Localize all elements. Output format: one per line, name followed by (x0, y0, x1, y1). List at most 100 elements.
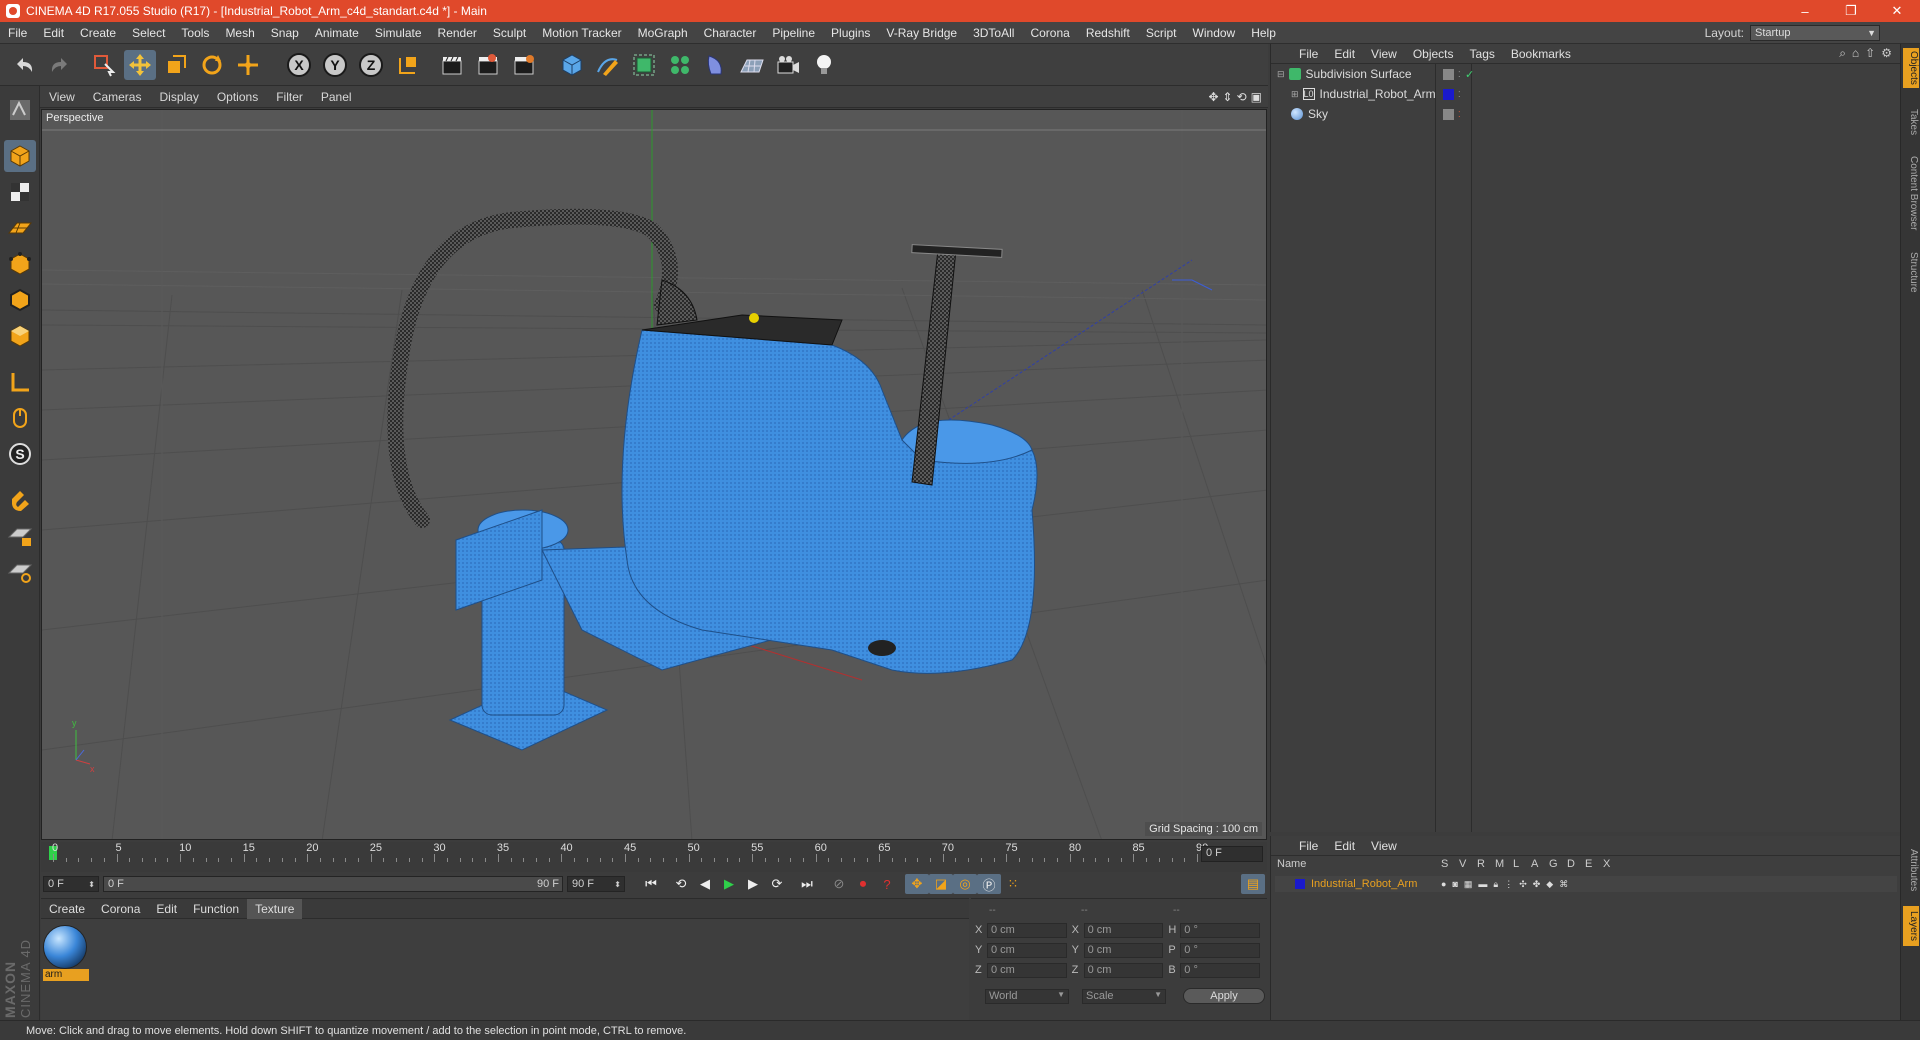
keyframe-selection-button[interactable]: ⊘ (827, 874, 851, 894)
tab-takes[interactable]: Takes (1903, 104, 1919, 140)
current-frame-field[interactable]: 0 F (1201, 846, 1263, 862)
menu-help[interactable]: Help (1243, 26, 1284, 40)
menu-edit[interactable]: Edit (35, 26, 72, 40)
start-frame-field[interactable]: 0 F ⬍ (43, 876, 99, 892)
size-y-field[interactable]: 0 cm (1083, 942, 1164, 958)
menu-redshift[interactable]: Redshift (1078, 26, 1138, 40)
tab-content-browser[interactable]: Content Browser (1903, 148, 1919, 238)
coordinate-mode-select[interactable]: Scale ▼ (1082, 988, 1166, 1004)
key-scale-button[interactable]: ◪ (929, 874, 953, 894)
menu-animate[interactable]: Animate (307, 26, 367, 40)
scale-tool-button[interactable] (160, 50, 192, 80)
tweak-mode-button[interactable] (4, 402, 36, 434)
om-menu-file[interactable]: File (1291, 47, 1326, 61)
maximize-view-icon[interactable]: ▣ (1251, 90, 1262, 104)
add-subdivision-button[interactable] (628, 50, 660, 80)
timeline-ruler[interactable]: 051015202530354045505560657075808590 0 F (41, 842, 1267, 872)
move-tool-button[interactable] (124, 50, 156, 80)
deformers-toggle-icon[interactable]: ✤ (1533, 879, 1541, 890)
menu-pipeline[interactable]: Pipeline (764, 26, 823, 40)
viewport-menu-display[interactable]: Display (150, 90, 207, 104)
record-button[interactable]: ⏺ (851, 874, 875, 894)
object-row-industrial-robot-arm[interactable]: ⊞ L0 Industrial_Robot_Arm ⁚ (1271, 84, 1901, 104)
key-parameter-button[interactable]: Ⓟ (977, 874, 1001, 894)
key-rotation-button[interactable]: ◎ (953, 874, 977, 894)
axis-mode-button[interactable] (4, 366, 36, 398)
menu-snap[interactable]: Snap (263, 26, 307, 40)
up-arrow-icon[interactable]: ⇧ (1865, 46, 1875, 61)
solo-mode-button[interactable]: S (4, 438, 36, 470)
rot-h-field[interactable]: 0 ° (1180, 922, 1261, 938)
add-spline-button[interactable] (592, 50, 624, 80)
material-menu-edit[interactable]: Edit (148, 899, 185, 919)
pos-x-field[interactable]: 0 cm (986, 922, 1067, 938)
dolly-view-icon[interactable]: ⇕ (1223, 90, 1233, 104)
viewport-menu-view[interactable]: View (40, 90, 84, 104)
menu-character[interactable]: Character (696, 26, 765, 40)
generators-toggle-icon[interactable]: ✣ (1519, 879, 1527, 890)
om-menu-objects[interactable]: Objects (1405, 47, 1462, 61)
close-button[interactable]: ✕ (1874, 0, 1920, 22)
apply-button[interactable]: Apply (1183, 988, 1265, 1004)
xref-toggle-icon[interactable]: ⌘ (1559, 879, 1568, 890)
autokey-button[interactable]: ? (875, 874, 899, 894)
om-menu-tags[interactable]: Tags (1462, 47, 1503, 61)
tab-structure[interactable]: Structure (1903, 244, 1919, 300)
lm-menu-file[interactable]: File (1291, 839, 1326, 853)
menu-sculpt[interactable]: Sculpt (485, 26, 534, 40)
x-axis-button[interactable]: X (284, 50, 314, 80)
viewport-menu-cameras[interactable]: Cameras (84, 90, 151, 104)
menu-window[interactable]: Window (1185, 26, 1244, 40)
menu-mesh[interactable]: Mesh (217, 26, 262, 40)
rot-p-field[interactable]: 0 ° (1180, 942, 1261, 958)
menu-simulate[interactable]: Simulate (367, 26, 430, 40)
make-editable-button[interactable] (4, 94, 36, 126)
menu-create[interactable]: Create (72, 26, 124, 40)
material-menu-function[interactable]: Function (185, 899, 247, 919)
enabled-check-icon[interactable]: ✓ (1465, 68, 1474, 81)
om-menu-bookmarks[interactable]: Bookmarks (1503, 47, 1579, 61)
menu-file[interactable]: File (0, 26, 35, 40)
render-toggle-icon[interactable]: ▦ (1464, 879, 1473, 890)
robot-arm-model[interactable] (387, 208, 1038, 751)
pos-z-field[interactable]: 0 cm (986, 962, 1067, 978)
home-icon[interactable]: ⌂ (1852, 46, 1859, 61)
rotate-view-icon[interactable]: ⟲ (1237, 90, 1247, 104)
render-settings-button[interactable] (508, 50, 540, 80)
tab-objects[interactable]: Objects (1903, 48, 1919, 88)
object-row-sky[interactable]: Sky ⁚ (1271, 104, 1901, 124)
quantize-button[interactable] (4, 556, 36, 588)
snap-button[interactable] (4, 484, 36, 516)
manager-toggle-icon[interactable]: ▬ (1478, 879, 1487, 890)
frame-range-slider[interactable]: 0 F 90 F (103, 876, 563, 892)
add-deformer-button[interactable] (700, 50, 732, 80)
viewport-menu-options[interactable]: Options (208, 90, 267, 104)
end-frame-field[interactable]: 90 F ⬍ (567, 876, 625, 892)
workplane-lock-button[interactable] (4, 520, 36, 552)
redo-button[interactable] (44, 50, 76, 80)
points-mode-button[interactable] (4, 248, 36, 280)
menu-motion-tracker[interactable]: Motion Tracker (534, 26, 629, 40)
live-selection-button[interactable] (88, 50, 120, 80)
menu-select[interactable]: Select (124, 26, 173, 40)
key-pla-button[interactable]: ⁙ (1001, 874, 1025, 894)
size-z-field[interactable]: 0 cm (1083, 962, 1164, 978)
polygons-mode-button[interactable] (4, 320, 36, 352)
goto-end-button[interactable]: ⏭ (795, 874, 819, 894)
visibility-dots-icon[interactable]: ⁚ (1458, 70, 1461, 79)
lm-menu-edit[interactable]: Edit (1326, 839, 1363, 853)
z-axis-button[interactable]: Z (356, 50, 386, 80)
coordinate-space-select[interactable]: World ▼ (985, 988, 1069, 1004)
menu-corona[interactable]: Corona (1022, 26, 1077, 40)
expand-icon[interactable]: ⊞ (1291, 89, 1299, 100)
add-camera-button[interactable] (772, 50, 804, 80)
next-frame-button[interactable]: ▶ (741, 874, 765, 894)
add-cube-button[interactable] (556, 50, 588, 80)
om-menu-view[interactable]: View (1363, 47, 1405, 61)
search-icon[interactable]: ⌕ (1839, 46, 1846, 61)
menu-mograph[interactable]: MoGraph (630, 26, 696, 40)
material-menu-create[interactable]: Create (41, 899, 93, 919)
object-row-subdivision-surface[interactable]: ⊟ Subdivision Surface ⁚ ✓ (1271, 64, 1901, 84)
y-axis-button[interactable]: Y (320, 50, 350, 80)
expressions-toggle-icon[interactable]: ◆ (1546, 879, 1553, 890)
